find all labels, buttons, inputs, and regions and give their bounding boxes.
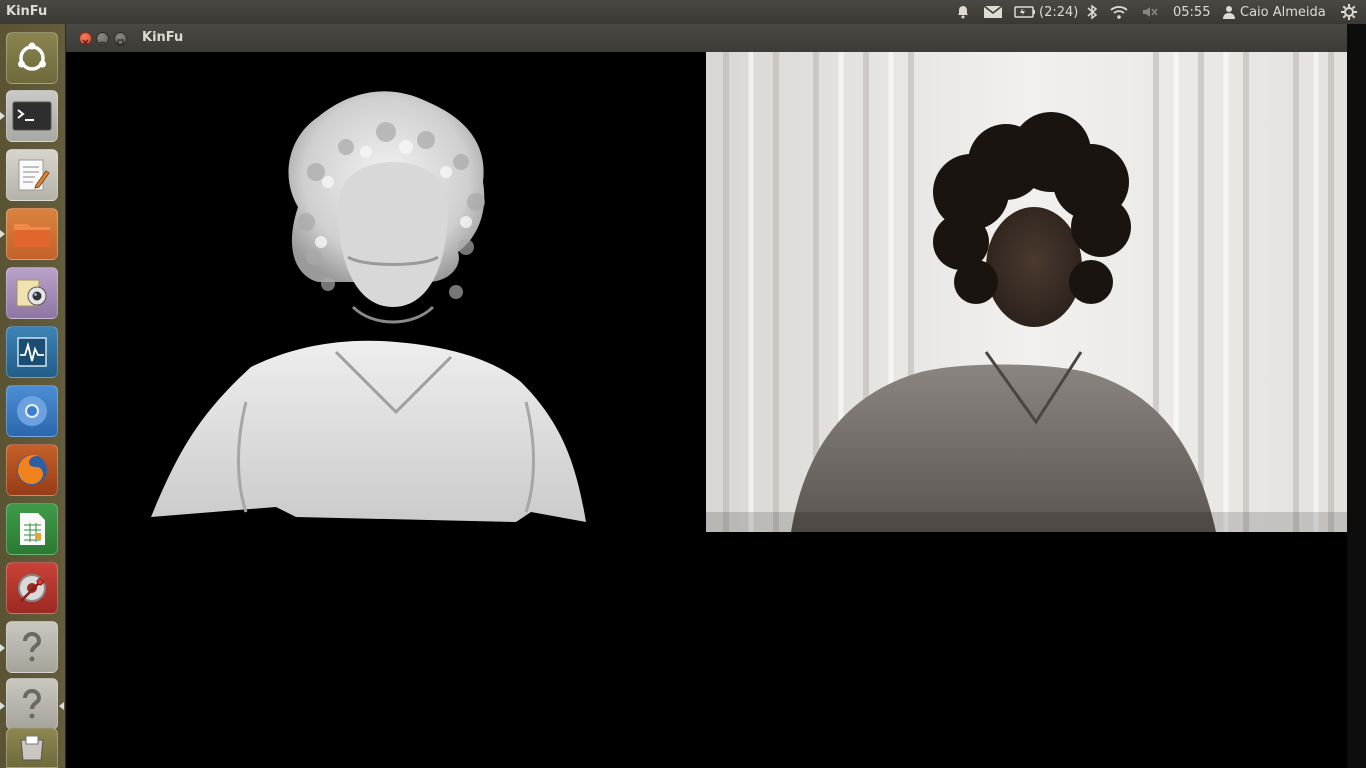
running-indicator [0, 112, 5, 120]
settings-wrench-icon [18, 574, 46, 602]
window-content [66, 52, 1347, 768]
top-panel: KinFu (2:24) 05:55 Caio Almeida [0, 0, 1366, 24]
question-icon [23, 688, 42, 719]
wifi-icon[interactable] [1109, 0, 1129, 24]
launcher-item-unknown-2[interactable] [6, 678, 58, 730]
launcher-item-terminal[interactable] [6, 90, 58, 142]
launcher-item-spreadsheet[interactable] [6, 503, 58, 555]
active-app-name: KinFu [6, 4, 48, 19]
running-indicator [0, 644, 5, 652]
spreadsheet-icon [20, 513, 45, 545]
running-indicator [0, 702, 5, 710]
kinfu-window: KinFu [66, 24, 1347, 768]
launcher-item-cheese[interactable] [6, 267, 58, 319]
launcher [0, 24, 66, 768]
active-indicator [59, 702, 64, 710]
minimize-icon [100, 41, 105, 44]
bell-icon[interactable] [955, 0, 971, 24]
bluetooth-icon[interactable] [1086, 0, 1098, 24]
trash-icon [20, 735, 44, 761]
mail-icon[interactable] [983, 0, 1003, 24]
launcher-item-system-settings[interactable] [6, 562, 58, 614]
folder-icon [14, 224, 50, 247]
close-button[interactable] [79, 32, 92, 46]
launcher-item-trash[interactable] [6, 728, 58, 768]
settings-gear-icon[interactable] [1340, 0, 1358, 24]
text-editor-icon [18, 159, 50, 191]
3d-reconstruction-view[interactable] [66, 52, 706, 532]
reconstructed-mesh [151, 91, 586, 522]
user-menu[interactable]: Caio Almeida [1222, 0, 1326, 24]
launcher-item-system-monitor[interactable] [6, 326, 58, 378]
close-icon [82, 39, 89, 46]
launcher-item-unknown-1[interactable] [6, 621, 58, 673]
system-monitor-icon [17, 337, 47, 367]
launcher-item-chromium[interactable] [6, 385, 58, 437]
chromium-icon [17, 396, 47, 426]
battery-indicator[interactable]: (2:24) [1014, 0, 1078, 24]
clock[interactable]: 05:55 [1173, 0, 1210, 24]
firefox-icon [17, 455, 47, 485]
terminal-icon [12, 101, 52, 131]
window-title: KinFu [142, 30, 184, 45]
question-icon [23, 631, 42, 662]
volume-muted-icon[interactable] [1141, 0, 1159, 24]
launcher-item-firefox[interactable] [6, 444, 58, 496]
launcher-item-files[interactable] [6, 208, 58, 260]
battery-icon [1014, 6, 1035, 18]
camera-frame [706, 52, 1347, 532]
launcher-item-dash[interactable] [6, 32, 58, 84]
minimize-button[interactable] [96, 32, 109, 45]
window-titlebar[interactable]: KinFu [66, 24, 1347, 52]
desktop-edge [1347, 24, 1366, 768]
maximize-icon [117, 39, 124, 46]
running-indicator [0, 230, 5, 238]
user-icon [1223, 6, 1235, 19]
user-name: Caio Almeida [1240, 4, 1326, 20]
battery-time: (2:24) [1039, 4, 1079, 20]
webcam-icon [16, 279, 47, 307]
maximize-button[interactable] [114, 32, 127, 46]
ubuntu-logo-icon [18, 42, 46, 71]
rgb-camera-view[interactable] [706, 52, 1347, 532]
launcher-item-text-editor[interactable] [6, 149, 58, 201]
